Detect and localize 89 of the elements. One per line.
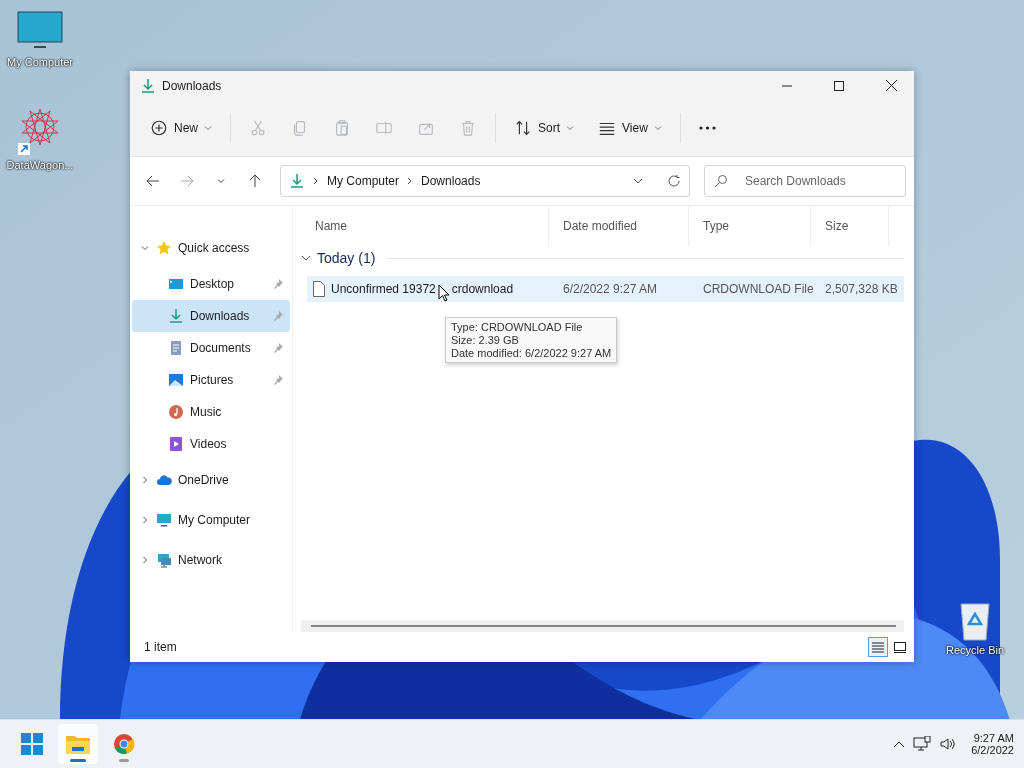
caret-icon (204, 124, 212, 132)
pin-icon (272, 342, 284, 354)
picture-icon (168, 372, 184, 388)
monitor-icon (156, 512, 172, 528)
breadcrumb[interactable]: My Computer (327, 174, 400, 188)
download-icon (289, 173, 305, 189)
network-icon[interactable] (913, 736, 932, 752)
pin-icon (272, 278, 284, 290)
caret-icon (653, 124, 662, 132)
caret-icon (566, 124, 575, 132)
nav-item[interactable]: Desktop (132, 268, 290, 300)
file-name: Unconfirmed 19372 (331, 282, 436, 296)
chevron-right-icon[interactable] (140, 515, 150, 525)
tooltip-line: Date modified: 6/2/2022 9:27 AM (451, 347, 612, 359)
search-icon (714, 174, 728, 188)
chevron-up-icon[interactable] (893, 740, 906, 748)
plus-icon (150, 119, 168, 137)
windows-icon (21, 733, 43, 755)
download-icon (140, 77, 156, 94)
mouse-cursor-icon (437, 284, 450, 302)
nav-item[interactable]: Music (132, 396, 290, 428)
network-icon (156, 552, 172, 568)
nav-item[interactable]: Videos (132, 428, 290, 460)
browser-icon (113, 733, 135, 755)
nav-item[interactable]: Network (132, 540, 290, 580)
chevron-down-icon[interactable] (633, 177, 643, 185)
column-header[interactable]: Type (689, 206, 811, 246)
tiles-icon (894, 641, 906, 653)
list-icon (872, 641, 884, 653)
scrollbar-thumb[interactable] (311, 625, 896, 627)
volume-icon[interactable] (939, 736, 958, 752)
trash-icon (459, 119, 477, 137)
nav-item[interactable]: Documents (132, 332, 290, 364)
file-icon (313, 281, 325, 297)
document-icon (168, 340, 184, 356)
group-header[interactable]: Today (1) (317, 250, 376, 266)
file-row[interactable]: Unconfirmed 19372 crdownload 6/2/2022 9:27 AM CRDOWNLOAD File 2,507,328 KB (307, 276, 904, 302)
address-bar[interactable]: My Computer Downloads (280, 165, 690, 197)
close-icon (885, 80, 897, 91)
folder-icon (65, 733, 91, 755)
nav-item[interactable]: My Computer (132, 500, 290, 540)
sort-icon (514, 119, 532, 137)
arrow-right-icon (180, 174, 194, 188)
clock-time[interactable]: 9:27 AM (973, 732, 1014, 744)
column-header[interactable]: Size (811, 206, 889, 246)
pin-icon (272, 310, 284, 322)
music-icon (168, 404, 184, 420)
view-button[interactable]: View (588, 111, 672, 145)
paste-icon (333, 119, 351, 137)
tooltip-line: Type: CRDOWNLOAD File (451, 321, 584, 333)
clock-date[interactable]: 6/2/2022 (971, 744, 1014, 756)
star-icon (156, 240, 172, 256)
search-field[interactable]: Search Downloads (704, 165, 906, 197)
explorer-taskbar-button[interactable] (58, 724, 98, 764)
arrow-left-icon (146, 174, 160, 188)
window-title: Downloads (162, 78, 223, 93)
nav-item[interactable]: Pictures (132, 364, 290, 396)
chevron-right-icon (313, 177, 319, 185)
date-cell-text: 6/2/2022 9:27 AM (563, 282, 659, 296)
video-icon (168, 436, 184, 452)
type-cell-text: CRDOWNLOAD File (703, 282, 815, 296)
file-name: crdownload (451, 282, 514, 296)
chevron-right-icon[interactable] (140, 555, 150, 565)
pin-icon (272, 374, 284, 386)
cut-icon (249, 119, 267, 137)
sort-button[interactable]: Sort (504, 111, 585, 145)
nav-item[interactable]: Downloads (132, 300, 290, 332)
status-text: 1 item (144, 640, 177, 654)
size-cell-text: 2,507,328 KB (825, 282, 899, 296)
nav-item[interactable]: OneDrive (132, 460, 290, 500)
arrow-up-icon (248, 174, 262, 188)
nav-item[interactable]: Quick access (132, 228, 290, 268)
tooltip-line: Size: 2.39 GB (451, 334, 520, 346)
desktop-icon (168, 276, 184, 292)
refresh-icon[interactable] (667, 174, 681, 188)
maximize-icon (834, 80, 844, 91)
rename-icon (375, 119, 393, 137)
chevron-right-icon (407, 177, 414, 185)
more-icon (698, 126, 716, 130)
column-header[interactable]: Name (301, 206, 549, 246)
chevron-down-icon (217, 177, 225, 185)
cloud-icon (156, 472, 172, 488)
new-button[interactable]: New (140, 111, 222, 145)
chevron-right-icon[interactable] (140, 475, 150, 485)
chevron-down-icon[interactable] (301, 253, 311, 263)
minimize-icon (782, 84, 792, 87)
column-header[interactable]: Date modified (549, 206, 689, 246)
download-icon (168, 308, 184, 324)
breadcrumb[interactable]: Downloads (421, 174, 481, 188)
